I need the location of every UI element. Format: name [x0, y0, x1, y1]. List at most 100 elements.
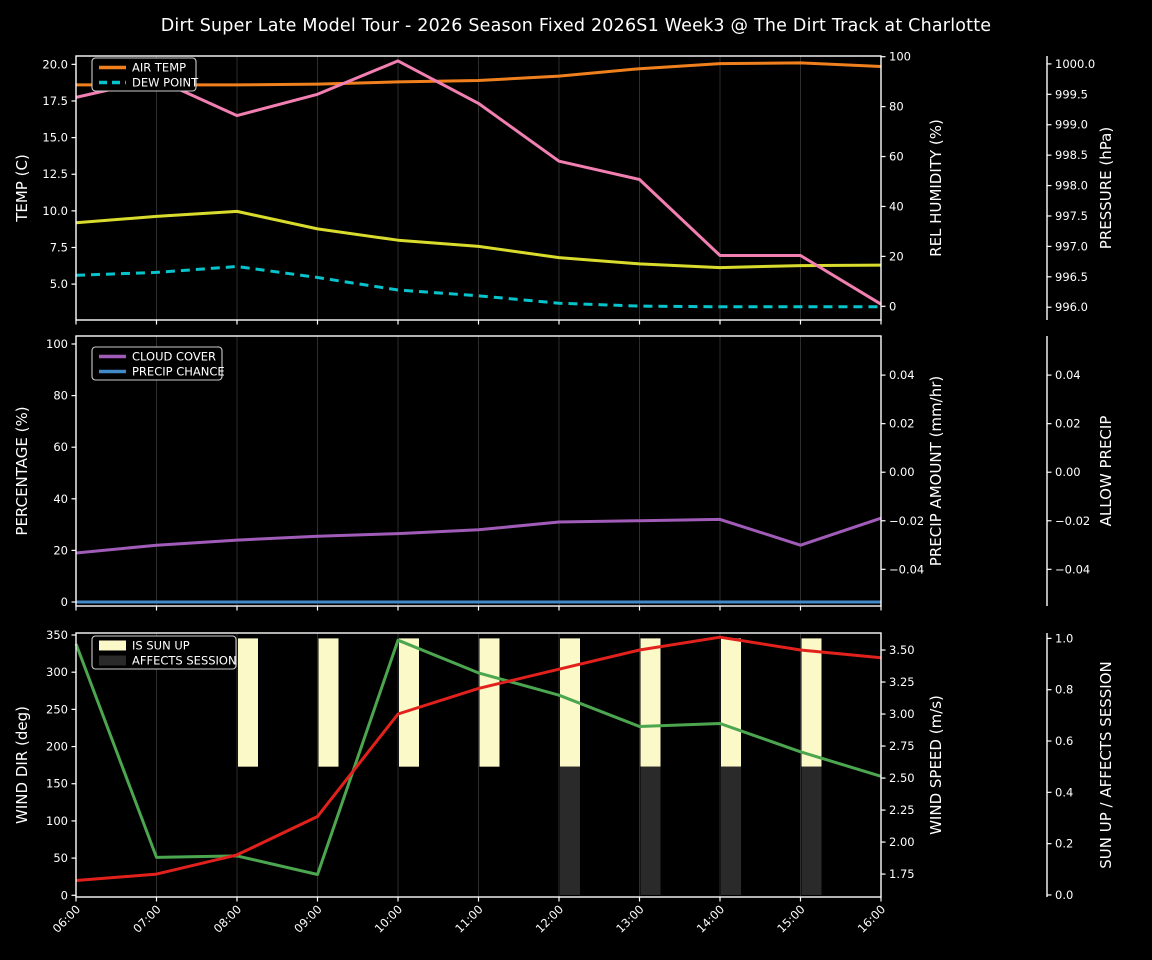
y-tick-label: 0.4 [1055, 785, 1073, 799]
legend: IS SUN UPAFFECTS SESSION [91, 635, 237, 670]
x-tick-label: 10:00 [372, 902, 405, 935]
affects-session-legend-swatch [99, 655, 126, 666]
y-tick-label: 0.04 [1055, 368, 1081, 382]
y-tick-label: 999.5 [1055, 87, 1088, 101]
affects-session-bar [721, 766, 741, 895]
y-tick-label: 80 [889, 100, 904, 114]
y-tick-label: 150 [46, 777, 68, 791]
y-tick-label: 3.50 [889, 643, 915, 657]
x-tick-label: 12:00 [533, 902, 566, 935]
axis-title: WIND DIR (deg) [13, 706, 31, 824]
is-sun-up-bar [640, 638, 661, 767]
precipitation-panel: 0 20 40 60 80 100 −0.04 −0.02 0.00 0.02 0.04 −0.04 −… [13, 335, 1115, 611]
y-tick-label: 10.0 [42, 204, 68, 218]
affects-session-bar [801, 766, 822, 895]
y-tick-label: 0.2 [1055, 837, 1073, 851]
y-tick-label: 998.5 [1055, 148, 1088, 162]
is-sun-up-bar [479, 638, 500, 767]
y-tick-label: 0.00 [889, 465, 915, 479]
y-tick-label: 0.04 [889, 368, 915, 382]
y-tick-label: 100 [46, 814, 68, 828]
y-tick-label: 20 [53, 543, 68, 557]
is-sun-up-legend-label: IS SUN UP [132, 639, 190, 653]
y-tick-label: 12.5 [42, 167, 68, 181]
x-tick-label: 15:00 [774, 902, 807, 935]
y-tick-label: 2.75 [889, 739, 915, 753]
y-tick-label: −0.02 [889, 514, 924, 528]
axis-title: SUN UP / AFFECTS SESSION [1097, 661, 1115, 869]
y-tick-label: 2.50 [889, 771, 915, 785]
axis-title: TEMP (C) [13, 154, 31, 223]
y-tick-label: 200 [46, 740, 68, 754]
y-tick-label: 996.5 [1055, 270, 1088, 284]
weather-charts-svg: 5.0 7.5 10.0 12.5 15.0 17.5 20.0 0 20 40 60 80 100 99… [13, 50, 1115, 936]
affects-session-legend-label: AFFECTS SESSION [132, 654, 237, 668]
y-tick-label: 15.0 [42, 131, 68, 145]
y-tick-label: 999.0 [1055, 118, 1088, 132]
y-tick-label: 3.25 [889, 675, 915, 689]
y-tick-label: 20 [889, 249, 904, 263]
y-tick-label: 0.0 [1055, 888, 1073, 902]
cloud-cover-legend-label: CLOUD COVER [132, 350, 216, 364]
is-sun-up-bar [721, 638, 741, 767]
precip-chance-legend-label: PRECIP CHANCE [132, 365, 225, 379]
affects-session-bar [560, 766, 580, 895]
y-tick-label: 40 [53, 492, 68, 506]
air-temp-legend-label: AIR TEMP [132, 61, 186, 75]
affects-session-bar [640, 766, 661, 895]
y-tick-label: 2.25 [889, 803, 915, 817]
y-tick-label: 5.0 [50, 277, 68, 291]
wind-panel: 06:00 07:00 08:00 09:00 10:00 11:00 12:00 13:00… [13, 628, 1115, 936]
y-tick-label: 7.5 [50, 240, 68, 254]
axis-title: ALLOW PRECIP [1097, 416, 1115, 527]
x-tick-label: 13:00 [613, 902, 646, 935]
axis-title: PERCENTAGE (%) [13, 406, 31, 535]
is-sun-up-legend-swatch [99, 640, 126, 651]
legend: CLOUD COVERPRECIP CHANCE [91, 346, 225, 381]
y-tick-label: 60 [53, 440, 68, 454]
y-tick-label: −0.04 [889, 562, 924, 576]
temperature-panel: 5.0 7.5 10.0 12.5 15.0 17.5 20.0 0 20 40 60 80 100 99… [13, 50, 1115, 325]
y-tick-label: 350 [46, 628, 68, 642]
is-sun-up-bar [801, 638, 822, 767]
y-tick-label: 997.0 [1055, 239, 1088, 253]
x-tick-label: 06:00 [50, 902, 83, 935]
y-tick-label: 997.5 [1055, 209, 1088, 223]
y-tick-label: 0.02 [889, 417, 915, 431]
y-tick-label: 0.02 [1055, 417, 1081, 431]
x-tick-label: 16:00 [855, 902, 888, 935]
axis-title: PRESSURE (hPa) [1097, 127, 1115, 249]
weather-figure: { "title": "Dirt Super Late Model Tour -… [0, 0, 1152, 960]
axis-title: REL HUMIDITY (%) [927, 119, 945, 257]
y-tick-label: 2.00 [889, 835, 915, 849]
dew-point-legend-label: DEW POINT [132, 76, 199, 90]
y-tick-label: 0.00 [1055, 465, 1081, 479]
is-sun-up-bar [399, 638, 419, 767]
x-tick-label: 07:00 [130, 902, 163, 935]
x-tick-label: 14:00 [694, 902, 727, 935]
y-tick-label: 100 [889, 50, 911, 64]
y-tick-label: 80 [53, 389, 68, 403]
is-sun-up-bar [238, 638, 258, 767]
y-tick-label: 0.6 [1055, 734, 1073, 748]
is-sun-up-bar [318, 638, 339, 767]
y-tick-label: 20.0 [42, 57, 68, 71]
y-tick-label: 1000.0 [1055, 57, 1095, 71]
y-tick-label: 250 [46, 702, 68, 716]
x-tick-label: 11:00 [452, 902, 485, 935]
y-tick-label: 50 [53, 851, 68, 865]
axis-title: PRECIP AMOUNT (mm/hr) [927, 376, 945, 566]
axis-title: WIND SPEED (m/s) [927, 695, 945, 835]
x-tick-label: 08:00 [211, 902, 244, 935]
y-tick-label: 998.0 [1055, 179, 1088, 193]
y-tick-label: 300 [46, 665, 68, 679]
y-tick-label: 0 [61, 888, 68, 902]
y-tick-label: 17.5 [42, 94, 68, 108]
y-tick-label: 1.75 [889, 867, 915, 881]
y-tick-label: 1.0 [1055, 631, 1073, 645]
x-tick-label: 09:00 [291, 902, 324, 935]
y-tick-label: −0.04 [1055, 562, 1090, 576]
y-tick-label: 0.8 [1055, 683, 1073, 697]
y-tick-label: 40 [889, 199, 904, 213]
y-tick-label: 996.0 [1055, 300, 1088, 314]
